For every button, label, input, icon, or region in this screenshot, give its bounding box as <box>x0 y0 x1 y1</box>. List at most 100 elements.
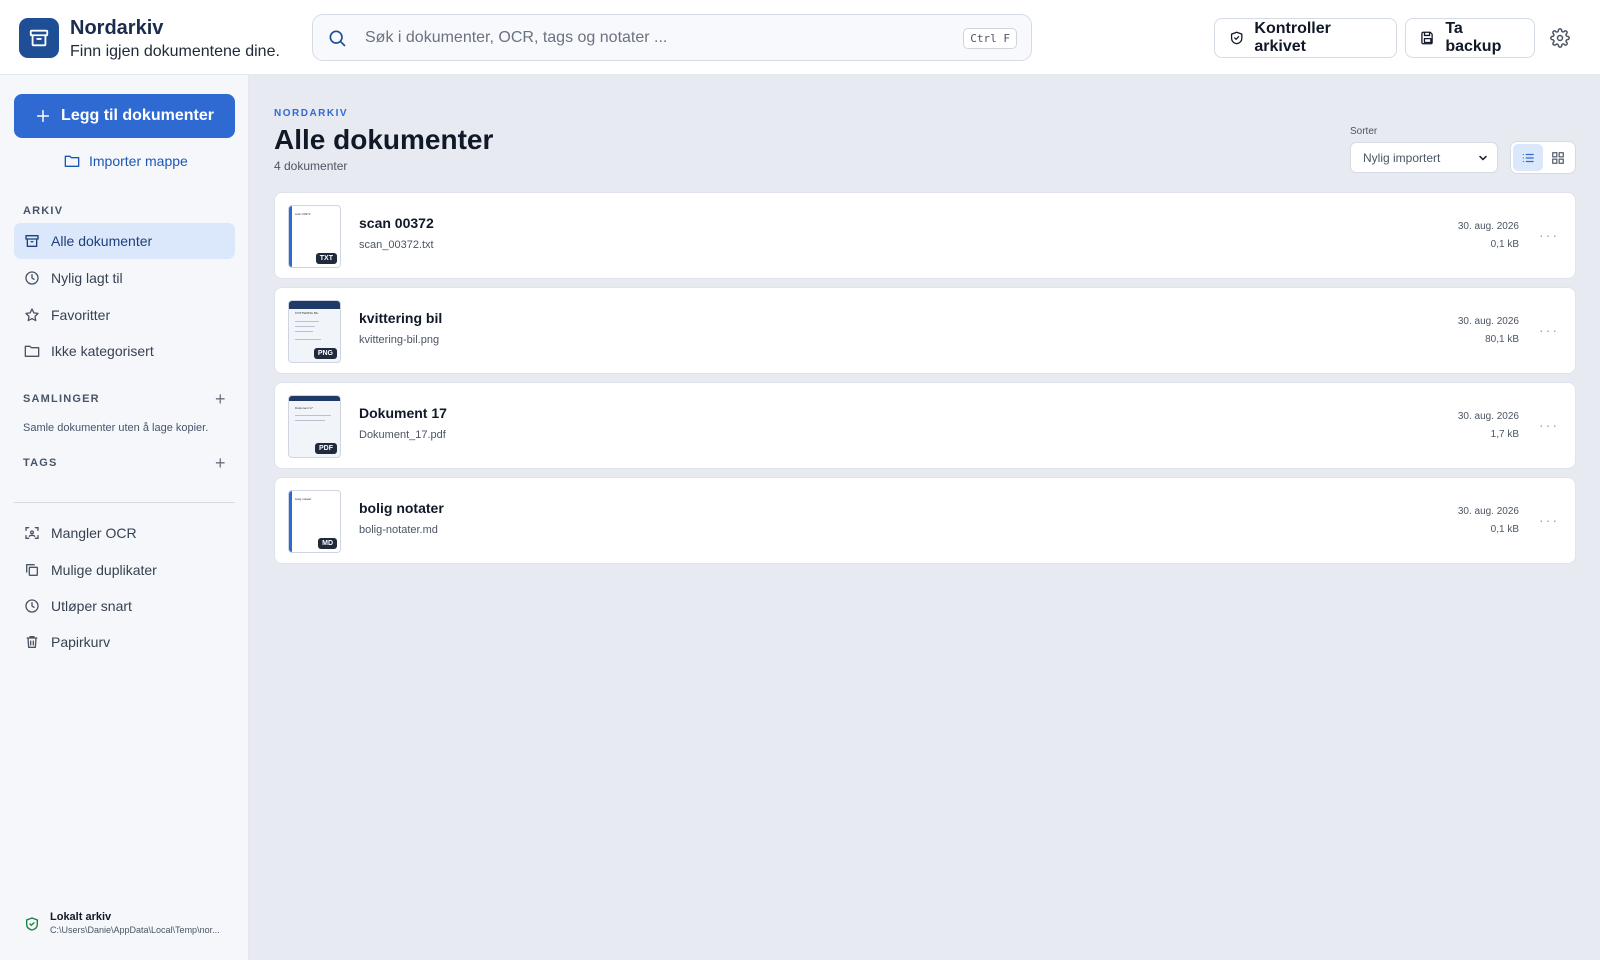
document-filename: kvittering-bil.png <box>359 334 440 346</box>
import-folder-label: Importer mappe <box>89 153 188 169</box>
document-filename: scan_00372.txt <box>359 239 434 251</box>
thumbnail-line <box>295 339 321 340</box>
grid-icon <box>1552 151 1564 164</box>
sidebar-item-label: Papirkurv <box>51 634 111 650</box>
more-options-button[interactable]: ··· <box>1539 417 1559 433</box>
sidebar-item-uncategorized[interactable]: Ikke kategorisert <box>14 333 235 369</box>
collections-description: Samle dokumenter uten å lage kopier. <box>23 422 209 434</box>
thumbnail-line <box>295 331 313 332</box>
view-toggle <box>1510 141 1576 174</box>
shield-check-icon <box>26 917 38 931</box>
document-thumbnail: bolig notater MD <box>288 490 341 553</box>
chevron-down-icon <box>1479 155 1487 161</box>
more-options-button[interactable]: ··· <box>1539 512 1559 528</box>
thumbnail-line <box>295 326 315 327</box>
check-archive-button[interactable]: Kontroller arkivet <box>1214 18 1397 58</box>
sidebar-item-all-documents[interactable]: Alle dokumenter <box>14 223 235 259</box>
add-documents-button[interactable]: Legg til dokumenter <box>14 94 235 138</box>
thumbnail-text: scan 00372 <box>295 212 311 216</box>
scan-icon <box>25 527 39 539</box>
thumbnail-line <box>295 415 331 416</box>
archive-icon <box>25 235 39 247</box>
sort-select[interactable]: Nylig importert <box>1350 142 1498 173</box>
sidebar-item-label: Alle dokumenter <box>51 233 153 249</box>
document-date: 30. aug. 2026 <box>1457 506 1519 517</box>
list-item[interactable]: KVITTERING BIL PNG kvittering bil kvitte… <box>274 287 1576 374</box>
thumbnail-text: bolig notater <box>295 497 312 501</box>
document-thumbnail: scan 00372 TXT <box>288 205 341 268</box>
file-type-badge: PDF <box>315 443 337 454</box>
thumbnail-header <box>289 301 340 309</box>
import-folder-link[interactable]: Importer mappe <box>64 153 188 169</box>
document-name: Dokument 17 <box>359 405 447 421</box>
sidebar-item-label: Utløper snart <box>51 598 132 614</box>
document-name: bolig notater <box>359 500 444 516</box>
sidebar-item-expiring-soon[interactable]: Utløper snart <box>14 588 235 624</box>
folder-icon <box>24 345 40 357</box>
document-size: 0,1 kB <box>1490 239 1519 250</box>
app-logo[interactable] <box>19 18 59 58</box>
thumbnail-line <box>295 321 319 322</box>
local-archive-status: Lokalt arkiv C:\Users\Danie\AppData\Loca… <box>24 911 220 935</box>
sidebar-item-favorites[interactable]: Favoritter <box>14 297 235 333</box>
list-item[interactable]: bolig notater MD bolig notater bolig-not… <box>274 477 1576 564</box>
file-type-badge: TXT <box>315 253 337 264</box>
sidebar-item-label: Mangler OCR <box>51 525 137 541</box>
sidebar-item-label: Ikke kategorisert <box>51 343 154 359</box>
document-filename: Dokument_17.pdf <box>359 429 446 441</box>
gear-icon[interactable] <box>1550 28 1570 48</box>
add-collection-button[interactable]: + <box>215 390 226 408</box>
sidebar-item-missing-ocr[interactable]: Mangler OCR <box>14 515 235 551</box>
add-tag-button[interactable]: + <box>215 454 226 472</box>
more-options-button[interactable]: ··· <box>1539 227 1559 243</box>
copy-icon <box>26 564 38 576</box>
trash-icon <box>26 636 38 648</box>
list-item[interactable]: scan 00372 TXT scan 00372 scan_00372.txt… <box>274 192 1576 279</box>
sidebar: Legg til dokumenter Importer mappe ARKIV… <box>0 75 249 960</box>
document-size: 1,7 kB <box>1490 429 1519 440</box>
clock-icon <box>25 271 39 285</box>
archive-box-icon <box>29 29 49 47</box>
thumbnail-text: KVITTERING BIL <box>295 311 319 315</box>
shield-check-icon <box>1230 31 1243 45</box>
more-options-button[interactable]: ··· <box>1539 322 1559 338</box>
collections-section-heading: SAMLINGER <box>23 393 100 405</box>
app-title: Nordarkiv <box>70 17 164 39</box>
document-name: scan 00372 <box>359 215 434 231</box>
grid-view-button[interactable] <box>1543 144 1573 171</box>
document-size: 80,1 kB <box>1485 334 1519 345</box>
document-size: 0,1 kB <box>1490 524 1519 535</box>
backup-button[interactable]: Ta backup <box>1405 18 1535 58</box>
sidebar-item-recently-added[interactable]: Nylig lagt til <box>14 260 235 296</box>
document-count: 4 dokumenter <box>274 159 348 173</box>
thumbnail-line <box>295 420 325 421</box>
clock-icon <box>25 599 39 613</box>
search-shortcut-hint: Ctrl F <box>963 28 1017 49</box>
sidebar-divider <box>14 502 235 503</box>
list-item[interactable]: Dokument 17 PDF Dokument 17 Dokument_17.… <box>274 382 1576 469</box>
check-archive-label: Kontroller arkivet <box>1254 20 1331 55</box>
sidebar-item-label: Mulige duplikater <box>51 562 157 578</box>
document-date: 30. aug. 2026 <box>1457 316 1519 327</box>
folder-icon <box>64 155 80 167</box>
plus-icon <box>36 109 50 123</box>
document-filename: bolig-notater.md <box>359 524 438 536</box>
local-archive-path: C:\Users\Danie\AppData\Local\Temp\nor... <box>50 925 220 935</box>
archive-section-heading: ARKIV <box>23 205 64 217</box>
thumbnail-accent <box>289 206 292 267</box>
star-icon <box>25 308 39 322</box>
local-archive-title: Lokalt arkiv <box>50 911 112 923</box>
top-bar: Nordarkiv Finn igjen dokumentene dine. S… <box>0 0 1600 75</box>
page-title: Alle dokumenter <box>274 124 494 155</box>
list-view-button[interactable] <box>1513 144 1543 171</box>
search-input[interactable]: Søk i dokumenter, OCR, tags og notater .… <box>312 14 1032 61</box>
thumbnail-text: Dokument 17 <box>295 406 313 410</box>
file-type-badge: PNG <box>313 348 337 359</box>
search-icon <box>329 30 346 47</box>
app-tagline: Finn igjen dokumentene dine. <box>70 43 280 60</box>
sort-value: Nylig importert <box>1363 150 1441 165</box>
list-icon <box>1522 153 1534 162</box>
thumbnail-accent <box>289 491 292 552</box>
sidebar-item-duplicates[interactable]: Mulige duplikater <box>14 552 235 588</box>
sidebar-item-trash[interactable]: Papirkurv <box>14 624 235 660</box>
